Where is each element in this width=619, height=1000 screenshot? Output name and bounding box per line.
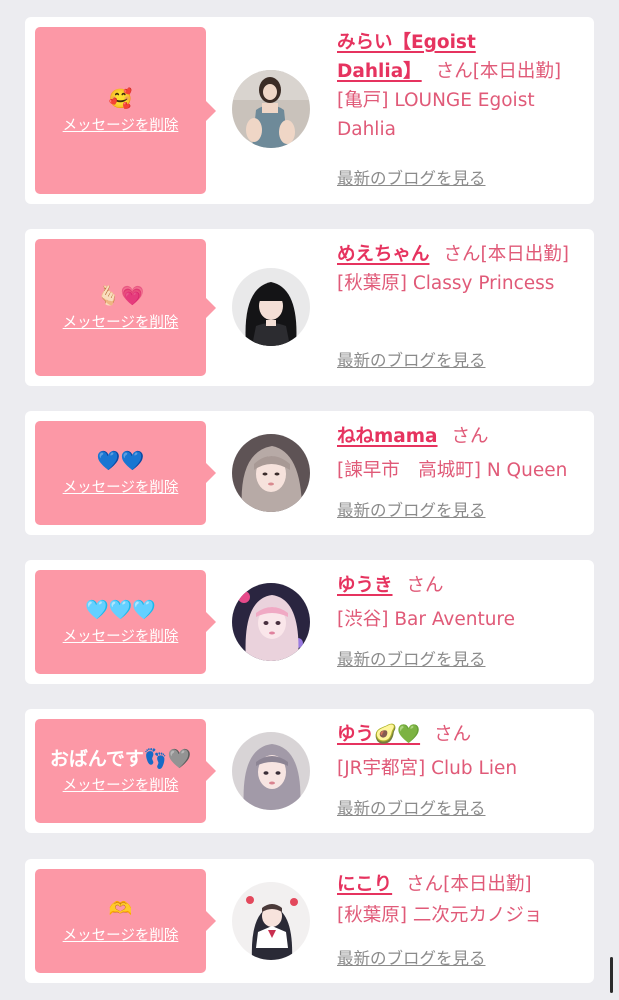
delete-message-link[interactable]: メッセージを削除 — [63, 627, 179, 647]
honorific: さん — [406, 575, 444, 596]
store-name: [亀戸] LOUNGE Egoist Dahlia — [337, 90, 535, 140]
delete-message-link[interactable]: メッセージを削除 — [63, 478, 179, 498]
avatar[interactable] — [232, 268, 310, 346]
cast-info: みらい【Egoist Dahlia】 さん[本日出勤] [亀戸] LOUNGE E… — [337, 28, 587, 144]
attendance-status: [本日出勤] — [480, 244, 569, 265]
avatar-photo — [232, 268, 310, 346]
latest-blog-link[interactable]: 最新のブログを見る — [337, 350, 486, 372]
honorific: さん — [451, 426, 489, 447]
list-item: 🥰 メッセージを削除 みらい【Egoist Dahlia】 さん[本日出勤] [亀… — [25, 17, 594, 204]
avatar[interactable] — [232, 434, 310, 512]
store-name: [諫早市 高城町] N Queen — [337, 460, 568, 481]
honorific: さん — [443, 244, 481, 265]
cast-name-link[interactable]: めえちゃん — [337, 244, 430, 265]
latest-blog-link[interactable]: 最新のブログを見る — [337, 798, 486, 820]
delete-message-link[interactable]: メッセージを削除 — [63, 313, 179, 333]
avatar-photo — [232, 583, 310, 661]
latest-blog-link[interactable]: 最新のブログを見る — [337, 948, 486, 970]
store-name: [JR宇都宮] Club Lien — [337, 758, 518, 779]
avatar-photo — [232, 434, 310, 512]
message-bubble: 🩵🩵🩵 メッセージを削除 — [35, 570, 216, 674]
list-item: 🫰🏻💗 メッセージを削除 めえちゃん さん[本日出勤] [秋葉原] Classy … — [25, 229, 594, 386]
avatar[interactable] — [232, 882, 310, 960]
delete-message-link[interactable]: メッセージを削除 — [63, 116, 179, 136]
cast-info: ゆう🥑💚 さん [JR宇都宮] Club Lien — [337, 720, 587, 783]
cast-name-link[interactable]: ねねmama — [337, 426, 438, 447]
attendance-status: [本日出勤] — [472, 61, 562, 82]
store-name: [秋葉原] 二次元カノジョ — [337, 905, 543, 926]
latest-blog-link[interactable]: 最新のブログを見る — [337, 649, 486, 671]
cast-name-link-cont[interactable]: Dahlia】 — [337, 61, 422, 82]
honorific: さん — [434, 724, 472, 745]
latest-blog-link[interactable]: 最新のブログを見る — [337, 500, 486, 522]
avatar[interactable] — [232, 70, 310, 148]
avatar[interactable] — [232, 732, 310, 810]
message-text: おばんです👣🩶 — [49, 748, 192, 770]
list-item: 🩵🩵🩵 メッセージを削除 ゆうき さん [渋谷] Bar Aventure 最新の… — [25, 560, 594, 684]
cast-info: めえちゃん さん[本日出勤] [秋葉原] Classy Princess — [337, 240, 587, 298]
delete-message-link[interactable]: メッセージを削除 — [63, 926, 179, 946]
avatar[interactable] — [232, 583, 310, 661]
cast-info: にこり さん[本日出勤] [秋葉原] 二次元カノジョ — [337, 870, 587, 930]
store-name: [秋葉原] Classy Princess — [337, 273, 555, 294]
message-text: 🫶 — [108, 898, 133, 920]
attendance-status: [本日出勤] — [443, 874, 532, 895]
cast-name-link[interactable]: ゆうき — [337, 575, 393, 596]
cast-name-link[interactable]: みらい【Egoist — [337, 32, 476, 53]
cast-info: ねねmama さん [諫早市 高城町] N Queen — [337, 422, 587, 485]
message-bubble: 🫰🏻💗 メッセージを削除 — [35, 239, 216, 376]
honorific: さん — [406, 874, 444, 895]
list-item: 🫶 メッセージを削除 にこり さん[本日出勤] [秋葉原] 二次元カノジョ 最新の… — [25, 859, 594, 983]
message-text: 🫰🏻💗 — [96, 284, 145, 307]
avatar-photo — [232, 70, 310, 148]
list-item: 💙💙 メッセージを削除 ねねmama さん [諫早市 高城町] N Queen 最… — [25, 411, 594, 535]
honorific: さん — [435, 61, 473, 82]
cast-name-link[interactable]: にこり — [337, 874, 392, 895]
list-item: おばんです👣🩶 メッセージを削除 ゆう🥑💚 さん [JR宇都宮] Club Lie… — [25, 709, 594, 833]
avatar-photo — [232, 882, 310, 960]
message-bubble: 🫶 メッセージを削除 — [35, 869, 216, 973]
message-bubble: 🥰 メッセージを削除 — [35, 27, 216, 194]
cast-name-link[interactable]: ゆう🥑💚 — [337, 724, 420, 745]
store-name: [渋谷] Bar Aventure — [337, 609, 516, 630]
message-text: 🩵🩵🩵 — [85, 599, 156, 621]
cast-info: ゆうき さん [渋谷] Bar Aventure — [337, 571, 587, 634]
latest-blog-link[interactable]: 最新のブログを見る — [337, 168, 486, 190]
message-text: 💙💙 — [96, 450, 145, 472]
avatar-photo — [232, 732, 310, 810]
message-text: 🥰 — [108, 87, 133, 110]
scrollbar[interactable] — [610, 957, 613, 993]
message-bubble: おばんです👣🩶 メッセージを削除 — [35, 719, 216, 823]
delete-message-link[interactable]: メッセージを削除 — [63, 776, 179, 796]
message-bubble: 💙💙 メッセージを削除 — [35, 421, 216, 525]
